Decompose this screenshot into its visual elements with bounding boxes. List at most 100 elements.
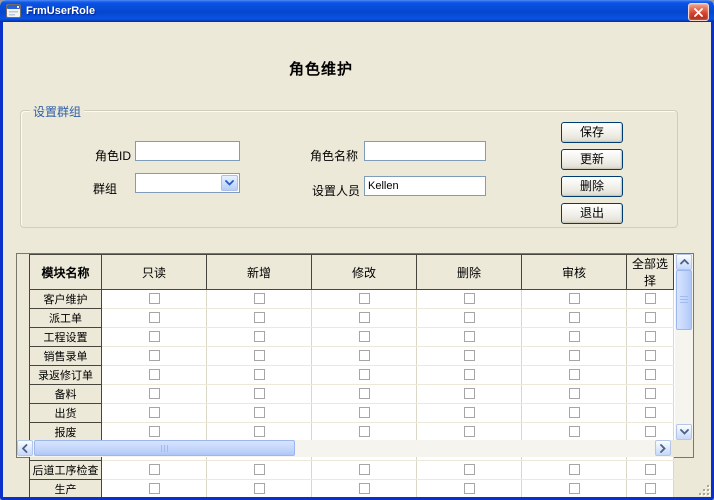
permission-checkbox[interactable] — [149, 464, 160, 475]
grid-cell[interactable] — [522, 480, 627, 499]
grid-cell[interactable] — [102, 328, 207, 347]
scroll-right-button[interactable] — [655, 440, 671, 456]
grid-cell[interactable] — [627, 385, 674, 404]
grid-cell[interactable] — [207, 309, 312, 328]
permission-checkbox[interactable] — [359, 293, 370, 304]
scroll-down-button[interactable] — [676, 424, 692, 440]
permission-checkbox[interactable] — [359, 388, 370, 399]
grid-cell[interactable] — [207, 328, 312, 347]
grid-cell[interactable] — [627, 404, 674, 423]
permission-checkbox[interactable] — [359, 369, 370, 380]
grid-cell[interactable] — [312, 328, 417, 347]
grid-cell[interactable] — [312, 347, 417, 366]
column-header[interactable]: 新增 — [207, 255, 312, 290]
grid-cell[interactable] — [207, 423, 312, 442]
grid-cell[interactable] — [207, 480, 312, 499]
grid-cell[interactable] — [417, 461, 522, 480]
permission-checkbox[interactable] — [645, 369, 656, 380]
resize-grip[interactable] — [696, 482, 709, 495]
permission-checkbox[interactable] — [464, 426, 475, 437]
grid-cell[interactable] — [312, 480, 417, 499]
setter-input[interactable] — [364, 176, 486, 196]
grid-cell[interactable] — [312, 404, 417, 423]
delete-button[interactable]: 删除 — [561, 176, 623, 197]
permission-checkbox[interactable] — [254, 331, 265, 342]
permission-checkbox[interactable] — [569, 293, 580, 304]
permission-checkbox[interactable] — [569, 464, 580, 475]
grid-cell[interactable] — [522, 385, 627, 404]
permission-checkbox[interactable] — [464, 483, 475, 494]
permission-checkbox[interactable] — [569, 331, 580, 342]
grid-cell[interactable] — [207, 347, 312, 366]
permission-checkbox[interactable] — [569, 426, 580, 437]
grid-cell[interactable] — [417, 347, 522, 366]
permission-checkbox[interactable] — [645, 464, 656, 475]
permission-checkbox[interactable] — [149, 483, 160, 494]
grid-cell[interactable] — [627, 480, 674, 499]
exit-button[interactable]: 退出 — [561, 203, 623, 224]
horizontal-scrollbar[interactable] — [17, 440, 671, 457]
grid-cell[interactable] — [417, 423, 522, 442]
grid-cell[interactable] — [627, 423, 674, 442]
permission-checkbox[interactable] — [359, 312, 370, 323]
vertical-scrollbar[interactable] — [675, 254, 693, 440]
grid-cell[interactable] — [417, 309, 522, 328]
permission-checkbox[interactable] — [464, 350, 475, 361]
scroll-up-button[interactable] — [676, 254, 692, 270]
permission-checkbox[interactable] — [645, 388, 656, 399]
grid-cell[interactable] — [417, 404, 522, 423]
grid-cell[interactable] — [627, 290, 674, 309]
permission-checkbox[interactable] — [464, 293, 475, 304]
grid-cell[interactable] — [312, 423, 417, 442]
grid-cell[interactable] — [207, 290, 312, 309]
grid-cell[interactable] — [627, 461, 674, 480]
grid-cell[interactable] — [522, 366, 627, 385]
permission-checkbox[interactable] — [149, 350, 160, 361]
permission-checkbox[interactable] — [359, 350, 370, 361]
column-header[interactable]: 只读 — [102, 255, 207, 290]
permission-checkbox[interactable] — [149, 331, 160, 342]
permission-checkbox[interactable] — [569, 312, 580, 323]
permission-checkbox[interactable] — [254, 350, 265, 361]
grid-cell[interactable] — [417, 480, 522, 499]
grid-cell[interactable] — [627, 347, 674, 366]
close-button[interactable] — [688, 3, 709, 21]
permission-checkbox[interactable] — [149, 312, 160, 323]
title-bar[interactable]: FrmUserRole — [0, 0, 714, 22]
scroll-left-button[interactable] — [17, 440, 33, 456]
column-header[interactable]: 修改 — [312, 255, 417, 290]
grid-cell[interactable] — [102, 347, 207, 366]
update-button[interactable]: 更新 — [561, 149, 623, 170]
permission-checkbox[interactable] — [254, 312, 265, 323]
grid-cell[interactable] — [627, 366, 674, 385]
permission-checkbox[interactable] — [645, 293, 656, 304]
grid-cell[interactable] — [102, 404, 207, 423]
permission-checkbox[interactable] — [254, 464, 265, 475]
permission-checkbox[interactable] — [464, 407, 475, 418]
permission-checkbox[interactable] — [359, 407, 370, 418]
grid-cell[interactable] — [417, 366, 522, 385]
grid-cell[interactable] — [522, 328, 627, 347]
horizontal-scroll-thumb[interactable] — [34, 440, 295, 456]
permission-checkbox[interactable] — [645, 483, 656, 494]
permission-checkbox[interactable] — [149, 369, 160, 380]
permission-checkbox[interactable] — [569, 483, 580, 494]
grid-cell[interactable] — [207, 404, 312, 423]
grid-cell[interactable] — [312, 461, 417, 480]
role-id-input[interactable] — [135, 141, 240, 161]
column-header[interactable]: 删除 — [417, 255, 522, 290]
role-name-input[interactable] — [364, 141, 486, 161]
permission-checkbox[interactable] — [149, 407, 160, 418]
grid-cell[interactable] — [522, 290, 627, 309]
grid-cell[interactable] — [312, 290, 417, 309]
column-header[interactable]: 模块名称 — [30, 255, 102, 290]
permission-checkbox[interactable] — [359, 426, 370, 437]
permission-checkbox[interactable] — [359, 464, 370, 475]
permission-checkbox[interactable] — [569, 407, 580, 418]
vertical-scroll-thumb[interactable] — [676, 270, 692, 330]
permission-checkbox[interactable] — [254, 369, 265, 380]
permission-checkbox[interactable] — [645, 426, 656, 437]
grid-cell[interactable] — [522, 423, 627, 442]
grid-cell[interactable] — [102, 461, 207, 480]
grid-cell[interactable] — [102, 309, 207, 328]
